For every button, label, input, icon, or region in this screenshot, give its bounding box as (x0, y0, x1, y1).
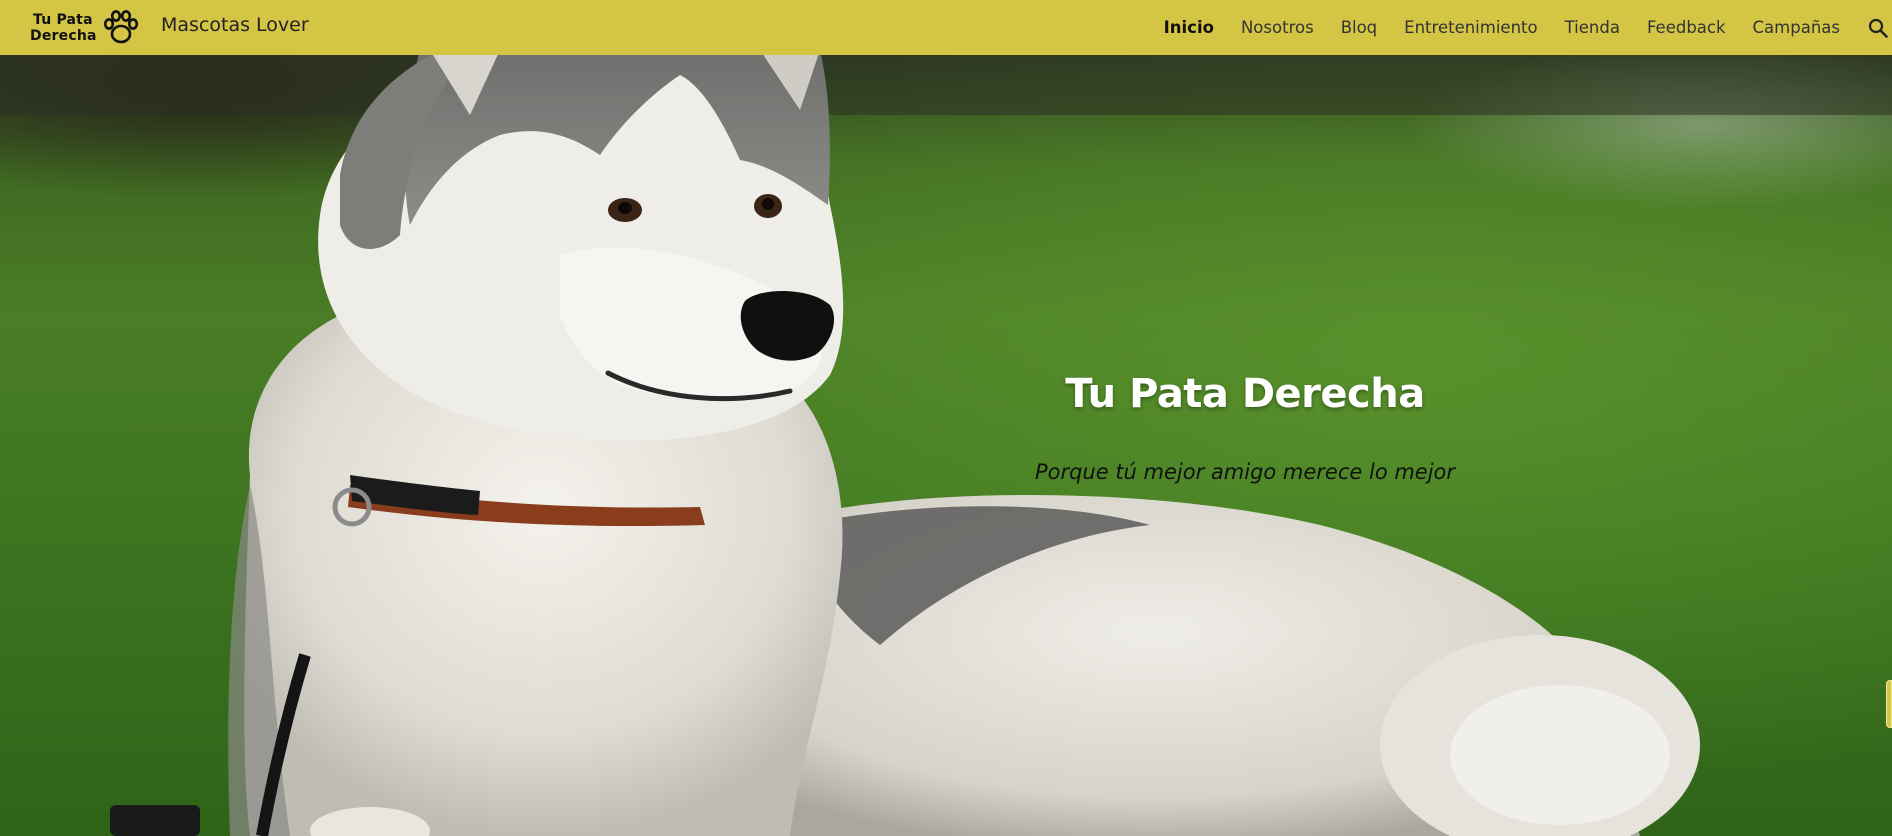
nav-item-inicio[interactable]: Inicio (1164, 18, 1214, 37)
nav-item-feedback[interactable]: Feedback (1647, 18, 1726, 37)
hero-image (0, 55, 1892, 836)
search-button[interactable] (1866, 16, 1890, 40)
site-header: Tu Pata Derecha Mascotas Lover Inicio No… (0, 0, 1892, 55)
nav-item-entretenimiento[interactable]: Entretenimiento (1404, 18, 1537, 37)
nav-item-campanas[interactable]: Campañas (1753, 18, 1840, 37)
hero-title: Tu Pata Derecha (1065, 371, 1425, 417)
paw-icon (103, 10, 138, 44)
search-icon (1868, 18, 1888, 38)
side-tab[interactable] (1886, 680, 1892, 728)
site-logo[interactable]: Tu Pata Derecha (30, 8, 145, 48)
hero-subtitle: Porque tú mejor amigo merece lo mejor (1034, 460, 1456, 484)
site-name[interactable]: Mascotas Lover (161, 14, 309, 36)
nav-item-nosotros[interactable]: Nosotros (1241, 18, 1314, 37)
nav-item-tienda[interactable]: Tienda (1565, 18, 1620, 37)
logo-line-2: Derecha (30, 28, 97, 44)
logo-line-1: Tu Pata (33, 12, 93, 28)
main-nav: Inicio Nosotros Bloq Entretenimiento Tie… (1137, 0, 1892, 55)
logo-text: Tu Pata Derecha (30, 12, 97, 44)
hero-banner: Tu Pata Derecha Porque tú mejor amigo me… (0, 55, 1892, 836)
nav-item-bloq[interactable]: Bloq (1341, 18, 1377, 37)
hero-text: Tu Pata Derecha Porque tú mejor amigo me… (980, 371, 1510, 484)
